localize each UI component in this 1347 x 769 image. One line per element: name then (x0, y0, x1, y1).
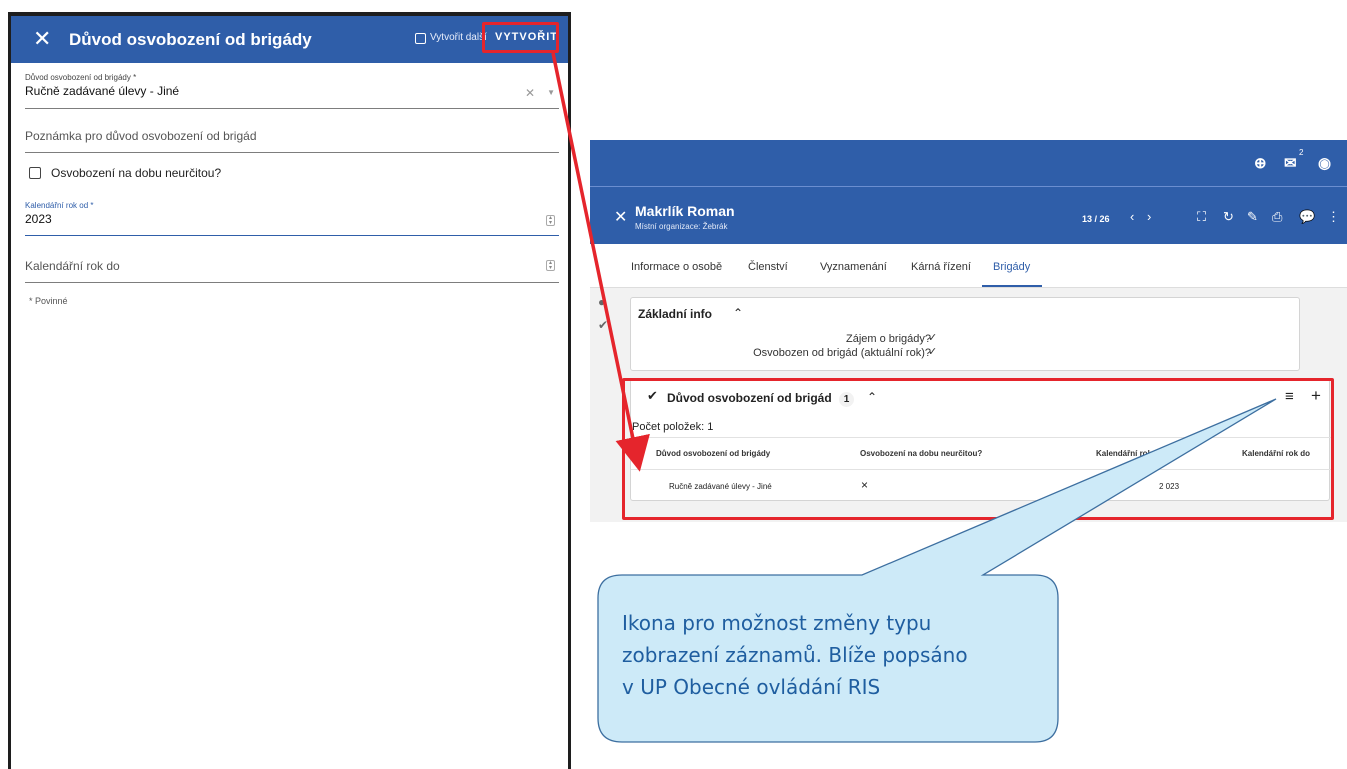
chevron-right-icon[interactable]: › (1147, 209, 1151, 224)
col-year-to[interactable]: Kalendářní rok do (1242, 449, 1310, 458)
exempt-check-icon: ✓ (928, 346, 938, 358)
tab-disciplinary[interactable]: Kárná řízení (911, 261, 971, 273)
chevron-left-icon[interactable]: ‹ (1130, 209, 1134, 224)
exemption-icon: ✔ (647, 388, 658, 403)
list-view-icon[interactable]: ≡ (1285, 388, 1294, 405)
mail-icon[interactable]: ✉ (1284, 154, 1297, 172)
basic-info-title: Základní info (638, 307, 713, 321)
refresh-icon[interactable]: ↻ (1223, 209, 1234, 225)
year-from-stepper[interactable]: ▴ ▾ (546, 215, 555, 226)
exemption-title: Důvod osvobození od brigád 1 (667, 391, 855, 407)
year-from-value: 2023 (25, 212, 52, 226)
year-to-placeholder: Kalendářní rok do (25, 259, 120, 273)
divider (631, 469, 1331, 470)
year-from-label: Kalendářní rok od * (25, 201, 94, 210)
create-another-checkbox[interactable] (415, 33, 426, 44)
year-to-field[interactable]: Kalendářní rok do ▴ ▾ (25, 259, 559, 283)
year-to-stepper[interactable]: ▴ ▾ (546, 260, 555, 271)
reason-select[interactable]: Důvod osvobození od brigády * Ručně zadá… (25, 73, 559, 109)
tabs-bar: Informace o osobě Členství Vyznamenání K… (590, 244, 1347, 288)
close-icon[interactable]: ✕ (614, 207, 627, 227)
active-tab-indicator (982, 285, 1042, 287)
interest-label: Zájem o brigády? (846, 333, 931, 345)
create-another-label: Vytvořit další (430, 32, 487, 43)
interest-check-icon: ✓ (928, 332, 938, 344)
tab-awards[interactable]: Vyznamenání (820, 261, 887, 273)
required-note: * Povinné (29, 296, 68, 306)
cell-year-from: 2 023 (1159, 482, 1180, 491)
exemption-icon[interactable]: ✔ (598, 318, 608, 332)
tab-person-info[interactable]: Informace o osobě (631, 261, 722, 273)
fullscreen-icon[interactable]: ⛶ (1197, 209, 1206, 225)
add-icon[interactable]: + (1311, 386, 1321, 406)
create-button[interactable]: VYTVOŘIT (495, 31, 558, 43)
tab-brigades[interactable]: Brigády (993, 261, 1030, 273)
dialog-title: Důvod osvobození od brigády (69, 30, 312, 49)
edit-icon[interactable]: ✎ (1247, 209, 1258, 225)
divider (631, 437, 1331, 438)
mail-count-badge: 2 (1299, 148, 1304, 157)
dialog-header: ✕ Důvod osvobození od brigády Vytvořit d… (11, 16, 568, 63)
user-account-icon[interactable]: ◉ (1318, 154, 1331, 172)
callout-text: Ikona pro možnost změny typu zobrazení z… (622, 607, 1022, 703)
person-name: Makrlík Roman (635, 203, 735, 219)
add-circle-icon[interactable]: ⊕ (1254, 154, 1267, 172)
exemption-title-text: Důvod osvobození od brigád (667, 391, 832, 405)
year-from-field[interactable]: Kalendářní rok od * 2023 ▴ ▾ (25, 201, 559, 236)
info-icon[interactable]: ● (598, 295, 605, 309)
more-vertical-icon[interactable]: ⋮ (1327, 209, 1340, 225)
tab-membership[interactable]: Členství (748, 261, 788, 273)
cell-reason: Ručně zadávané úlevy - Jiné (669, 482, 772, 491)
chevron-up-icon[interactable]: ⌃ (733, 306, 743, 320)
col-indefinite[interactable]: Osvobození na dobu neurčitou? (860, 449, 982, 458)
app-topbar: ⊕ ✉ 2 ◉ (590, 140, 1347, 186)
callout-line: Ikona pro možnost změny typu (622, 611, 932, 635)
print-icon[interactable]: ⎙ (1272, 209, 1282, 225)
cell-indefinite: × (861, 478, 869, 492)
items-count: Počet položek: 1 (632, 421, 714, 433)
indefinite-label: Osvobození na dobu neurčitou? (51, 166, 222, 180)
reason-label: Důvod osvobození od brigády * (25, 73, 137, 82)
close-icon[interactable]: ✕ (33, 26, 51, 52)
col-reason[interactable]: Důvod osvobození od brigády (656, 449, 770, 458)
basic-info-card: Základní info ⌃ Zájem o brigády? ✓ Osvob… (630, 297, 1300, 371)
reason-value: Ručně zadávané úlevy - Jiné (25, 84, 180, 98)
exempt-label: Osvobozen od brigád (aktuální rok)? (753, 347, 931, 359)
exemption-card: ✔ Důvod osvobození od brigád 1 ⌃ ≡ + Poč… (630, 379, 1331, 501)
chevron-up-icon[interactable]: ⌃ (867, 390, 877, 404)
col-year-from[interactable]: Kalendářní rok od (1096, 449, 1164, 458)
note-field[interactable]: Poznámka pro důvod osvobození od brigád (25, 129, 559, 153)
count-badge: 1 (839, 392, 855, 407)
callout-line: zobrazení záznamů. Blíže popsáno (622, 643, 968, 667)
callout-line: v UP Obecné ovládání RIS (622, 675, 881, 699)
organization-subtitle: Místní organizace: Žebrák (635, 222, 728, 231)
record-header: ✕ Makrlík Roman Místní organizace: Žebrá… (590, 186, 1347, 244)
indefinite-checkbox[interactable] (29, 167, 41, 179)
chevron-down-icon[interactable]: ▼ (547, 88, 555, 97)
record-pager: 13 / 26 (1082, 214, 1110, 224)
exemption-dialog: ✕ Důvod osvobození od brigády Vytvořit d… (8, 16, 571, 769)
comment-icon[interactable]: 💬 (1299, 209, 1315, 225)
record-app: ⊕ ✉ 2 ◉ ✕ Makrlík Roman Místní organizac… (590, 140, 1347, 522)
indefinite-checkbox-row[interactable]: Osvobození na dobu neurčitou? (29, 166, 221, 180)
note-placeholder: Poznámka pro důvod osvobození od brigád (25, 129, 257, 143)
clear-icon[interactable]: ✕ (525, 86, 535, 100)
